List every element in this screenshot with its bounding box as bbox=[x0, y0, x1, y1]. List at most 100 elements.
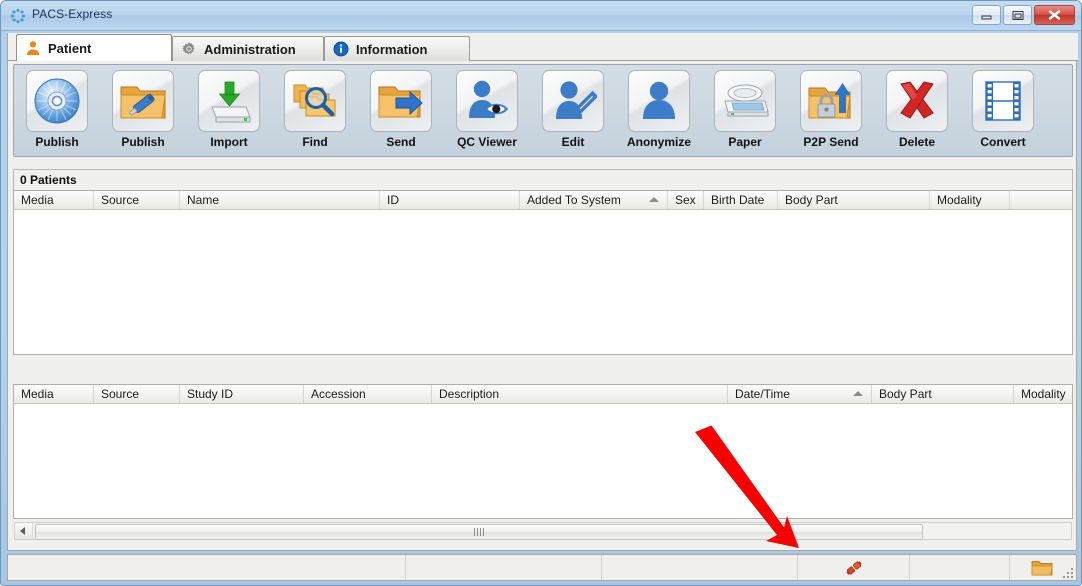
toolbar-label-find: Find bbox=[302, 135, 328, 149]
tab-strip: Patient Administration Information bbox=[8, 33, 1078, 61]
studies-grid-column-header[interactable]: Description bbox=[432, 385, 728, 403]
toolbar-button-p2p-send[interactable]: P2P Send bbox=[788, 70, 874, 154]
toolbar-button-edit[interactable]: Edit bbox=[530, 70, 616, 154]
patients-grid-header: Media Source Name ID Added To System Sex Birth… bbox=[14, 191, 1072, 210]
patients-grid-column-header[interactable]: Added To System bbox=[520, 191, 668, 209]
patients-grid-column-label: Source bbox=[101, 193, 140, 207]
toolbar-button-anonymize[interactable]: Anonymize bbox=[616, 70, 702, 154]
toolbar-label-paper: Paper bbox=[728, 135, 762, 149]
studies-grid-header: Media Source Study ID Accession Description D… bbox=[14, 385, 1072, 404]
cd-disc-icon bbox=[34, 78, 80, 124]
p2p-send-button-face[interactable] bbox=[800, 70, 862, 132]
anonymize-button-face[interactable] bbox=[628, 70, 690, 132]
sort-ascending-arrow-icon bbox=[649, 197, 659, 202]
toolbar: Publish Publish Import Find Send QC View… bbox=[13, 64, 1073, 157]
toolbar-label-edit: Edit bbox=[561, 135, 585, 149]
toolbar-button-convert[interactable]: Convert bbox=[960, 70, 1046, 154]
studies-grid[interactable]: Media Source Study ID Accession Description D… bbox=[13, 384, 1073, 519]
convert-button-face[interactable] bbox=[972, 70, 1034, 132]
import-button-face[interactable] bbox=[198, 70, 260, 132]
patients-grid-column-header[interactable]: ID bbox=[380, 191, 520, 209]
grid-splitter[interactable] bbox=[13, 357, 1073, 382]
toolbar-label-qc-viewer: QC Viewer bbox=[457, 135, 517, 149]
close-button[interactable] bbox=[1034, 5, 1075, 25]
studies-grid-column-header[interactable]: Media bbox=[14, 385, 94, 403]
patients-grid-column-label: ID bbox=[387, 193, 399, 207]
horizontal-scrollbar[interactable] bbox=[14, 522, 1072, 540]
studies-grid-column-label: Description bbox=[439, 387, 500, 401]
studies-grid-column-label: Date/Time bbox=[735, 387, 790, 401]
patients-grid[interactable]: Media Source Name ID Added To System Sex Birth… bbox=[13, 190, 1073, 355]
toolbar-button-publish-usb[interactable]: Publish bbox=[100, 70, 186, 154]
scroll-thumb-grip bbox=[474, 528, 484, 536]
edit-button-face[interactable] bbox=[542, 70, 604, 132]
status-cell-spacer bbox=[910, 555, 1010, 580]
resize-grip-icon[interactable] bbox=[1062, 566, 1074, 578]
publish-usb-button-face[interactable] bbox=[112, 70, 174, 132]
patients-grid-column-label: Sex bbox=[675, 193, 696, 207]
patients-grid-column-header[interactable]: Modality bbox=[930, 191, 1010, 209]
find-button-face[interactable] bbox=[284, 70, 346, 132]
studies-grid-column-header[interactable]: Date/Time bbox=[728, 385, 872, 403]
folder-usb-icon bbox=[120, 86, 166, 119]
status-cell-connection[interactable] bbox=[798, 555, 910, 580]
studies-grid-column-header[interactable]: Source bbox=[94, 385, 180, 403]
studies-grid-column-label: Accession bbox=[311, 387, 366, 401]
paper-button-face[interactable] bbox=[714, 70, 776, 132]
sort-ascending-arrow-icon bbox=[853, 391, 863, 396]
tab-information-label: Information bbox=[356, 41, 428, 57]
qc-viewer-button-face[interactable] bbox=[456, 70, 518, 132]
patients-grid-column-label: Body Part bbox=[785, 193, 838, 207]
tab-patient[interactable]: Patient bbox=[16, 34, 172, 61]
toolbar-button-publish-cd[interactable]: Publish bbox=[14, 70, 100, 154]
toolbar-label-anonymize: Anonymize bbox=[626, 135, 691, 149]
studies-grid-column-header[interactable]: Study ID bbox=[180, 385, 304, 403]
studies-grid-column-label: Body Part bbox=[879, 387, 932, 401]
down-arrow bbox=[218, 81, 241, 107]
studies-grid-column-label: Source bbox=[101, 387, 140, 401]
studies-grid-column-header[interactable]: Accession bbox=[304, 385, 432, 403]
patients-grid-column-header[interactable]: Sex bbox=[668, 191, 704, 209]
scroll-left-arrow-icon[interactable] bbox=[15, 523, 33, 539]
patients-grid-column-header[interactable]: Media bbox=[14, 191, 94, 209]
toolbar-button-import[interactable]: Import bbox=[186, 70, 272, 154]
status-cell-secondary bbox=[406, 555, 602, 580]
scrollbar-thumb[interactable] bbox=[35, 524, 923, 540]
tab-information[interactable]: Information bbox=[324, 36, 470, 61]
delete-button-face[interactable] bbox=[886, 70, 948, 132]
status-cell-tertiary bbox=[602, 555, 798, 580]
studies-grid-column-label: Media bbox=[21, 387, 54, 401]
patients-count-bar: 0 Patients bbox=[13, 169, 1073, 191]
toolbar-button-send[interactable]: Send bbox=[358, 70, 444, 154]
person-orange-icon bbox=[25, 40, 41, 56]
patients-grid-column-label: Added To System bbox=[527, 193, 621, 207]
patients-grid-column-header[interactable]: Body Part bbox=[778, 191, 930, 209]
toolbar-label-delete: Delete bbox=[898, 135, 936, 149]
film-strip-icon bbox=[985, 81, 1021, 121]
minimize-button[interactable] bbox=[972, 5, 1001, 25]
status-cell-message bbox=[8, 555, 406, 580]
studies-grid-column-header[interactable]: Modality bbox=[1014, 385, 1072, 403]
toolbar-button-qc-viewer[interactable]: QC Viewer bbox=[444, 70, 530, 154]
toolbar-button-paper[interactable]: Paper bbox=[702, 70, 788, 154]
tab-administration[interactable]: Administration bbox=[172, 36, 324, 61]
toolbar-label-convert: Convert bbox=[980, 135, 1026, 149]
scanner-icon bbox=[724, 84, 769, 117]
send-button-face[interactable] bbox=[370, 70, 432, 132]
toolbar-button-delete[interactable]: Delete bbox=[874, 70, 960, 154]
studies-grid-column-label: Study ID bbox=[187, 387, 234, 401]
toolbar-label-publish-usb: Publish bbox=[121, 135, 165, 149]
folder-icon bbox=[1031, 561, 1053, 576]
disconnected-plug-icon bbox=[845, 561, 862, 575]
toolbar-label-p2p-send: P2P Send bbox=[803, 135, 859, 149]
toolbar-label-publish-cd: Publish bbox=[35, 135, 79, 149]
patients-grid-column-header[interactable]: Birth Date bbox=[704, 191, 778, 209]
toolbar-button-find[interactable]: Find bbox=[272, 70, 358, 154]
maximize-button[interactable] bbox=[1003, 5, 1032, 25]
studies-grid-column-header[interactable]: Body Part bbox=[872, 385, 1014, 403]
patients-grid-column-header[interactable]: Name bbox=[180, 191, 380, 209]
publish-cd-button-face[interactable] bbox=[26, 70, 88, 132]
patients-grid-column-header[interactable] bbox=[1010, 191, 1072, 209]
person-eye-icon bbox=[469, 80, 508, 118]
patients-grid-column-header[interactable]: Source bbox=[94, 191, 180, 209]
